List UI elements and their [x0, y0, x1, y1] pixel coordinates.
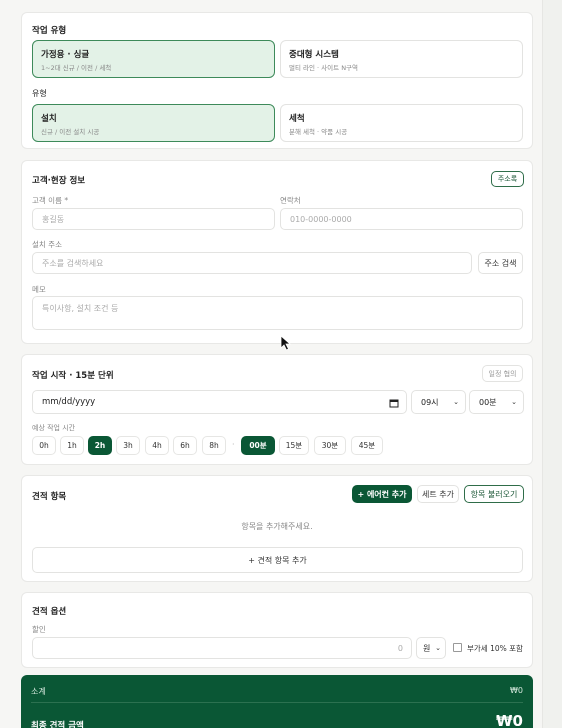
hour-chip-selected[interactable]: 2h — [88, 436, 112, 455]
customer-title: 고객·현장 정보 — [32, 176, 86, 186]
discount-unit-select[interactable]: 원 ⌄ — [416, 637, 446, 659]
hour-chip[interactable]: 0h — [32, 436, 56, 455]
minute-value: 00분 — [479, 397, 497, 407]
hour-chip[interactable]: 6h — [173, 436, 197, 455]
option-subtitle: 신규 / 이전 설치 시공 — [41, 128, 100, 136]
schedule-sync-button[interactable]: 일정 협의 — [482, 365, 523, 382]
address-search-button[interactable]: 주소 검색 — [478, 252, 523, 274]
option-subtitle: 분해 세척 · 약품 시공 — [289, 128, 348, 136]
estimate-options-title: 견적 옵션 — [32, 607, 67, 617]
summary-panel: 소계 ₩0 최종 견적 금액 ₩0 — [21, 675, 533, 728]
estimate-items-title: 견적 항목 — [32, 492, 67, 502]
minute-chip[interactable]: 45분 — [351, 436, 383, 455]
mouse-cursor-icon — [280, 335, 292, 351]
customer-name-input[interactable]: 홍길동 — [32, 208, 275, 230]
option-title: 중대형 시스템 — [289, 50, 339, 60]
vat-checkbox[interactable] — [453, 643, 462, 652]
customer-card: 고객·현장 정보 주소록 고객 이름 * 홍길동 연락처 010-0000-00… — [21, 160, 533, 344]
discount-value: 0 — [397, 643, 403, 653]
discount-label: 할인 — [32, 625, 46, 634]
minute-chip[interactable]: 15분 — [279, 436, 309, 455]
option-subtitle: 1~2대 신규 / 이전 / 세척 — [41, 64, 112, 72]
minute-chip-selected[interactable]: 00분 — [241, 436, 275, 455]
schedule-title: 작업 시작 · 15분 단위 — [32, 371, 114, 381]
chevron-down-icon: ⌄ — [435, 644, 441, 652]
address-input[interactable]: 주소를 검색하세요 — [32, 252, 472, 274]
customer-name-label: 고객 이름 * — [32, 196, 69, 205]
estimate-options-card: 견적 옵션 할인 0 원 ⌄ 부가세 10% 포함 — [21, 592, 533, 668]
address-book-button[interactable]: 주소록 — [491, 171, 524, 187]
job-type-title: 작업 유형 — [32, 26, 67, 36]
chevron-down-icon: ⌄ — [453, 398, 459, 406]
summary-divider — [31, 702, 523, 703]
job-type-option-household[interactable]: 가정용 · 싱글 1~2대 신규 / 이전 / 세척 — [32, 40, 275, 78]
side-panel-strip — [542, 0, 562, 728]
calendar-icon[interactable] — [389, 398, 399, 408]
empty-items-text: 항목을 추가해주세요. — [241, 522, 313, 531]
estimate-items-card: 견적 항목 + 에어컨 추가 세트 추가 항목 불러오기 항목을 추가해주세요.… — [21, 475, 533, 582]
add-aircon-button[interactable]: + 에어컨 추가 — [352, 485, 412, 503]
minute-select[interactable]: 00분 ⌄ — [469, 390, 524, 414]
minute-chip[interactable]: 30분 — [314, 436, 346, 455]
work-kind-option-install[interactable]: 설치 신규 / 이전 설치 시공 — [32, 104, 275, 142]
date-input[interactable]: mm/dd/yyyy — [32, 390, 407, 414]
discount-input[interactable]: 0 — [32, 637, 412, 659]
duration-chip-row: 0h 1h 2h 3h 4h 6h 8h · 00분 15분 30분 45분 — [32, 436, 432, 456]
option-title: 가정용 · 싱글 — [41, 50, 90, 60]
memo-textarea[interactable]: 특이사항, 설치 조건 등 — [32, 296, 523, 330]
schedule-card: 작업 시작 · 15분 단위 일정 협의 mm/dd/yyyy 09시 ⌄ 00… — [21, 354, 533, 465]
address-label: 설치 주소 — [32, 240, 62, 249]
memo-label: 메모 — [32, 285, 46, 294]
option-title: 세척 — [289, 114, 305, 124]
hour-chip[interactable]: 3h — [116, 436, 140, 455]
option-subtitle: 멀티 라인 · 사이트 N구역 — [289, 64, 359, 72]
add-estimate-item-button[interactable]: + 견적 항목 추가 — [32, 547, 523, 573]
phone-input[interactable]: 010-0000-0000 — [280, 208, 523, 230]
job-type-option-system[interactable]: 중대형 시스템 멀티 라인 · 사이트 N구역 — [280, 40, 523, 78]
subtotal-label: 소계 — [31, 687, 46, 696]
option-title: 설치 — [41, 114, 57, 124]
add-set-button[interactable]: 세트 추가 — [417, 485, 459, 503]
total-label: 최종 견적 금액 — [31, 721, 84, 728]
vat-label: 부가세 10% 포함 — [467, 644, 523, 653]
job-type-card: 작업 유형 가정용 · 싱글 1~2대 신규 / 이전 / 세척 중대형 시스템… — [21, 12, 533, 149]
hour-value: 09시 — [421, 397, 439, 407]
date-placeholder: mm/dd/yyyy — [42, 397, 96, 407]
total-value: ₩0 — [496, 712, 523, 728]
hour-chip[interactable]: 1h — [60, 436, 84, 455]
hour-chip[interactable]: 4h — [145, 436, 169, 455]
subtotal-value: ₩0 — [510, 686, 523, 695]
chevron-down-icon: ⌄ — [511, 398, 517, 406]
load-items-button[interactable]: 항목 불러오기 — [464, 485, 524, 503]
hour-select[interactable]: 09시 ⌄ — [411, 390, 466, 414]
work-kind-option-cleaning[interactable]: 세척 분해 세척 · 약품 시공 — [280, 104, 523, 142]
chip-separator: · — [232, 440, 235, 449]
duration-label: 예상 작업 시간 — [32, 424, 76, 432]
work-kind-title: 유형 — [32, 89, 47, 98]
phone-label: 연락처 — [280, 196, 301, 205]
hour-chip[interactable]: 8h — [202, 436, 226, 455]
unit-value: 원 — [423, 643, 431, 653]
